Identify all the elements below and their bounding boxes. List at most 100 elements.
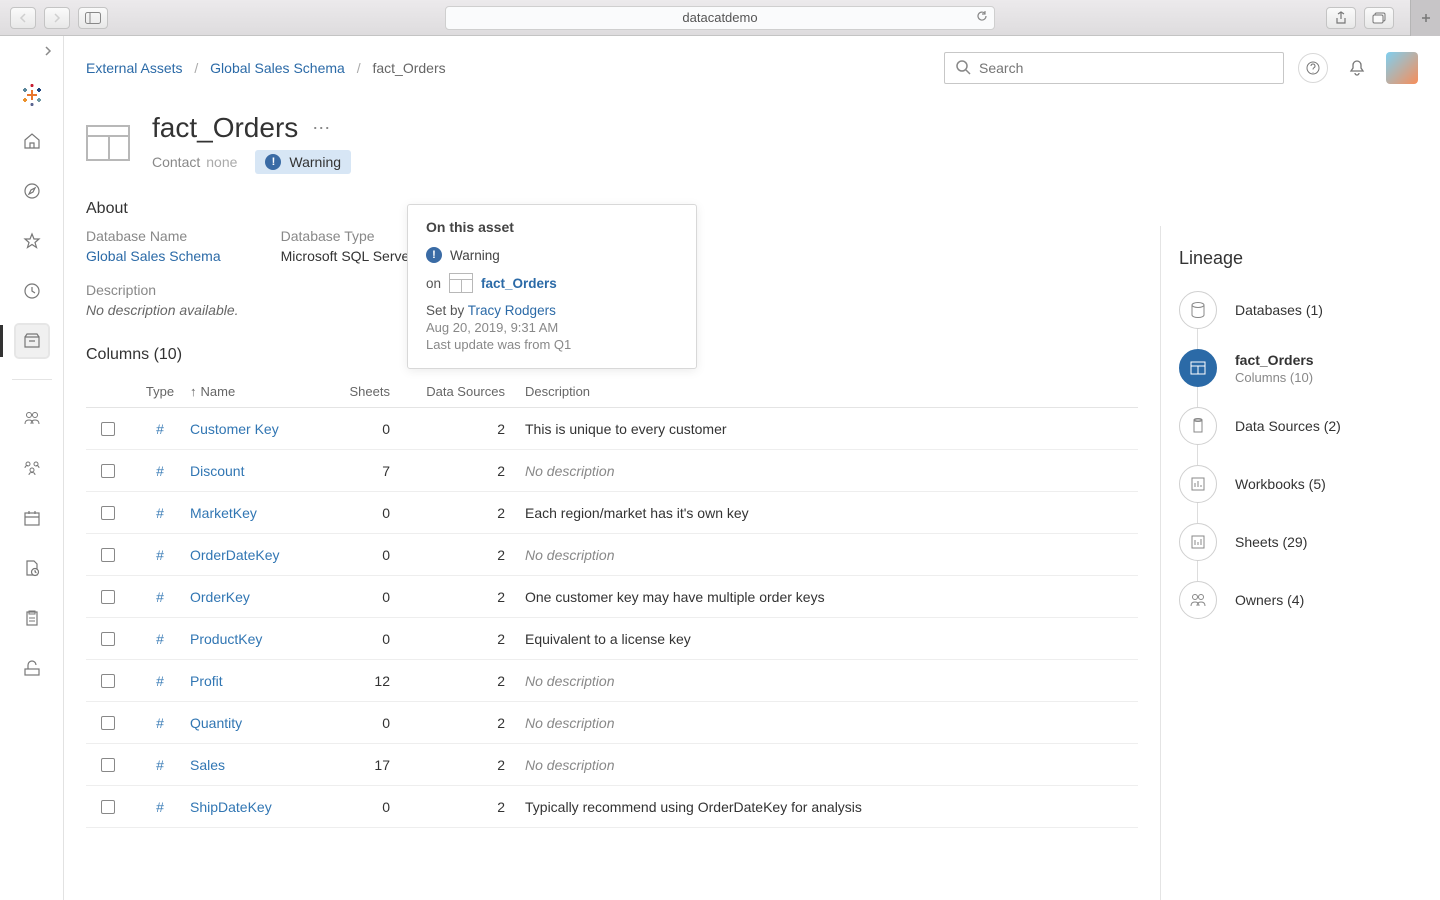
app-frame: External Assets / Global Sales Schema / … xyxy=(0,36,1440,900)
datasources-count: 2 xyxy=(410,421,525,437)
row-checkbox[interactable] xyxy=(101,674,115,688)
warning-chip[interactable]: ! Warning xyxy=(255,150,351,174)
breadcrumb: External Assets / Global Sales Schema / … xyxy=(86,60,930,76)
lineage-item[interactable]: Databases (1) xyxy=(1179,291,1422,329)
column-description: No description xyxy=(525,757,1138,773)
nav-tasks-icon[interactable] xyxy=(16,602,48,634)
popover-user-link[interactable]: Tracy Rodgers xyxy=(468,303,556,318)
sheets-count: 0 xyxy=(330,589,410,605)
header-datasources[interactable]: Data Sources xyxy=(410,384,525,399)
column-name-link[interactable]: ProductKey xyxy=(190,631,262,647)
table-row: # ProductKey 0 2 Equivalent to a license… xyxy=(86,618,1138,660)
page-header: fact_Orders ⋯ Contact none ! Warning xyxy=(86,112,1138,174)
number-type-icon: # xyxy=(156,463,164,479)
nav-schedules-icon[interactable] xyxy=(16,502,48,534)
column-description: No description xyxy=(525,463,1138,479)
tabs-button[interactable] xyxy=(1364,7,1394,29)
datasources-count: 2 xyxy=(410,463,525,479)
column-name-link[interactable]: OrderKey xyxy=(190,589,250,605)
lineage-title: Lineage xyxy=(1179,248,1422,269)
nav-groups-icon[interactable] xyxy=(16,452,48,484)
column-name-link[interactable]: Quantity xyxy=(190,715,242,731)
popover-warning-label: Warning xyxy=(450,248,500,263)
column-description: This is unique to every customer xyxy=(525,421,1138,437)
lineage-sublabel: Columns (10) xyxy=(1235,370,1314,385)
header-description[interactable]: Description xyxy=(525,384,1138,399)
notifications-button[interactable] xyxy=(1342,53,1372,83)
number-type-icon: # xyxy=(156,799,164,815)
nav-favorites-icon[interactable] xyxy=(16,225,48,257)
row-checkbox[interactable] xyxy=(101,632,115,646)
refresh-icon[interactable] xyxy=(976,10,988,25)
header-type[interactable]: Type xyxy=(130,384,190,399)
lineage-label: Databases (1) xyxy=(1235,302,1323,318)
row-checkbox[interactable] xyxy=(101,716,115,730)
header-name[interactable]: ↑Name xyxy=(190,384,330,399)
columns-section: Columns (10) Type ↑Name Sheets Data Sour… xyxy=(86,346,1138,828)
address-bar[interactable]: datacatdemo xyxy=(445,6,995,30)
datasources-count: 2 xyxy=(410,673,525,689)
column-name-link[interactable]: MarketKey xyxy=(190,505,257,521)
number-type-icon: # xyxy=(156,715,164,731)
nav-jobs-icon[interactable] xyxy=(16,552,48,584)
warning-popover: On this asset ! Warning on fact_Orders S… xyxy=(407,204,697,369)
sheets-count: 0 xyxy=(330,505,410,521)
nav-users-icon[interactable] xyxy=(16,402,48,434)
sheets-count: 17 xyxy=(330,757,410,773)
nav-explore-icon[interactable] xyxy=(16,175,48,207)
contact-label: Contact xyxy=(152,154,200,170)
new-tab-button[interactable] xyxy=(1410,0,1440,36)
column-name-link[interactable]: Sales xyxy=(190,757,225,773)
lineage-item[interactable]: Sheets (29) xyxy=(1179,523,1422,561)
browser-forward-button[interactable] xyxy=(44,7,70,29)
row-checkbox[interactable] xyxy=(101,548,115,562)
column-name-link[interactable]: Profit xyxy=(190,673,223,689)
breadcrumb-schema[interactable]: Global Sales Schema xyxy=(210,60,345,76)
warning-icon: ! xyxy=(265,154,281,170)
lineage-icon xyxy=(1179,523,1217,561)
row-checkbox[interactable] xyxy=(101,422,115,436)
db-type-value: Microsoft SQL Server xyxy=(281,248,414,264)
datasources-count: 2 xyxy=(410,505,525,521)
row-checkbox[interactable] xyxy=(101,590,115,604)
nav-recents-icon[interactable] xyxy=(16,275,48,307)
address-url: datacatdemo xyxy=(456,10,984,25)
lineage-item[interactable]: fact_Orders Columns (10) xyxy=(1179,349,1422,387)
breadcrumb-root[interactable]: External Assets xyxy=(86,60,183,76)
tableau-logo-icon[interactable] xyxy=(20,83,44,107)
db-name-link[interactable]: Global Sales Schema xyxy=(86,248,221,264)
sheets-count: 12 xyxy=(330,673,410,689)
header-sheets[interactable]: Sheets xyxy=(330,384,410,399)
nav-settings-icon[interactable] xyxy=(16,652,48,684)
column-name-link[interactable]: Discount xyxy=(190,463,244,479)
column-name-link[interactable]: Customer Key xyxy=(190,421,279,437)
browser-sidebar-button[interactable] xyxy=(78,7,108,29)
popover-on-label: on xyxy=(426,276,441,291)
share-button[interactable] xyxy=(1326,7,1356,29)
nav-external-assets-icon[interactable] xyxy=(16,325,48,357)
nav-home-icon[interactable] xyxy=(16,125,48,157)
row-checkbox[interactable] xyxy=(101,506,115,520)
rail-expand-button[interactable] xyxy=(41,44,55,61)
lineage-icon xyxy=(1179,349,1217,387)
lineage-item[interactable]: Data Sources (2) xyxy=(1179,407,1422,445)
row-checkbox[interactable] xyxy=(101,758,115,772)
browser-back-button[interactable] xyxy=(10,7,36,29)
column-name-link[interactable]: ShipDateKey xyxy=(190,799,272,815)
search-field[interactable] xyxy=(979,60,1273,76)
table-row: # OrderKey 0 2 One customer key may have… xyxy=(86,576,1138,618)
row-checkbox[interactable] xyxy=(101,464,115,478)
lineage-item[interactable]: Workbooks (5) xyxy=(1179,465,1422,503)
columns-header-row: Type ↑Name Sheets Data Sources Descripti… xyxy=(86,378,1138,408)
lineage-item[interactable]: Owners (4) xyxy=(1179,581,1422,619)
help-button[interactable] xyxy=(1298,53,1328,83)
datasources-count: 2 xyxy=(410,547,525,563)
row-checkbox[interactable] xyxy=(101,800,115,814)
popover-asset-link[interactable]: fact_Orders xyxy=(481,276,557,291)
column-name-link[interactable]: OrderDateKey xyxy=(190,547,279,563)
search-input[interactable] xyxy=(944,52,1284,84)
more-actions-button[interactable]: ⋯ xyxy=(312,118,332,139)
lineage-label: Workbooks (5) xyxy=(1235,476,1326,492)
avatar[interactable] xyxy=(1386,52,1418,84)
column-description: Each region/market has it's own key xyxy=(525,505,1138,521)
